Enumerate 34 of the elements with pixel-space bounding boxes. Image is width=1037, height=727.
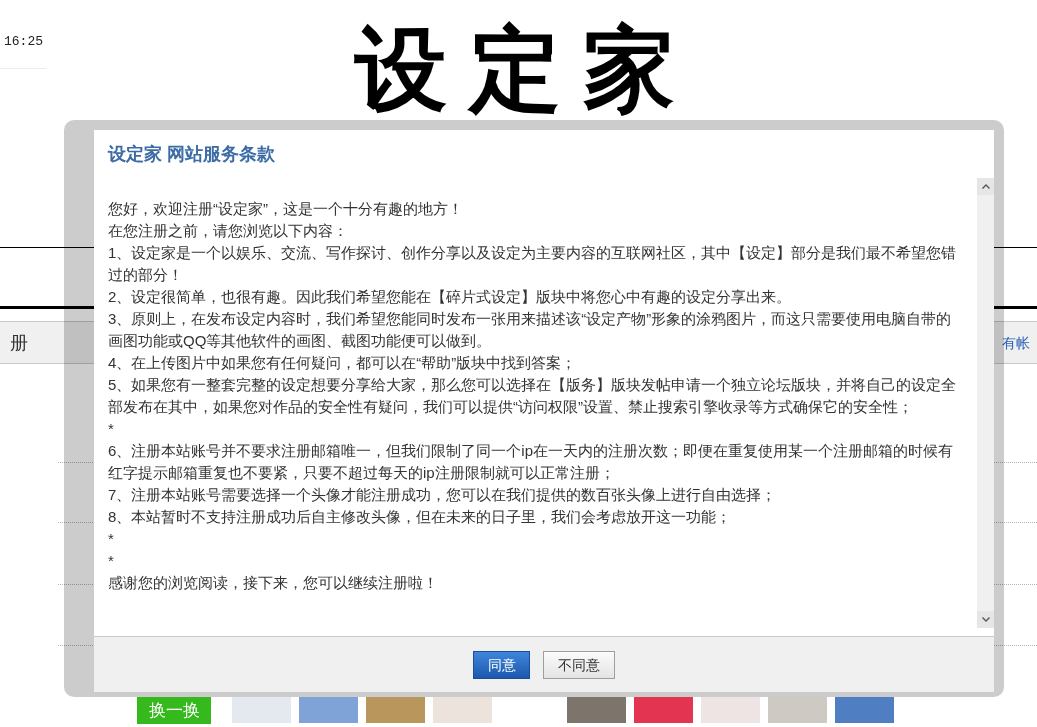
- terms-paragraph: 2、设定很简单，也很有趣。因此我们希望您能在【碎片式设定】版块中将您心中有趣的设定分享出来。: [108, 287, 793, 307]
- terms-paragraph: 1、设定家是一个以娱乐、交流、写作探讨、创作分享以及设定为主要内容的互联网社区，其中【设定】部分是我们最不希望您错过的部分！: [108, 243, 958, 285]
- dialog-title: 设定家 网站服务条款: [108, 143, 275, 165]
- avatar-photo-placeholder[interactable]: [433, 697, 492, 723]
- disagree-button[interactable]: 不同意: [543, 650, 615, 679]
- terms-paragraph: 7、注册本站账号需要选择一个头像才能注册成功，您可以在我们提供的数百张头像上进行自由选择；: [108, 485, 778, 505]
- terms-paragraph: 8、本站暂时不支持注册成功后自主修改头像，但在未来的日子里，我们会考虑放开这一功能；: [108, 507, 733, 527]
- time-label: 16:25: [4, 34, 44, 50]
- terms-paragraph: 您好，欢迎注册“设定家”，这是一个十分有趣的地方！: [108, 199, 464, 219]
- terms-paragraph: 3、原则上，在发布设定内容时，我们希望您能同时发布一张用来描述该“设定产物”形象的涂鸦图片，而这只需要使用电脑自带的画图功能或QQ等其他软件的画图、截图功能便可以做到。: [108, 309, 953, 351]
- terms-paragraph: *: [108, 419, 115, 439]
- scroll-up-button[interactable]: [977, 178, 994, 195]
- terms-paragraph: 感谢您的浏览阅读，接下来，您可以继续注册啦！: [108, 573, 439, 593]
- terms-paragraph: 6、注册本站账号并不要求注册邮箱唯一，但我们限制了同一个ip在一天内的注册次数；即便在重复使用某一个注册邮箱的时候有红字提示邮箱重复也不要紧，只要不超过每天的ip注册限制就可以正常注册；: [108, 441, 955, 483]
- avatar-photo-placeholder[interactable]: [835, 697, 894, 723]
- page-heading: 册: [10, 331, 28, 354]
- agree-button[interactable]: 同意: [473, 650, 530, 679]
- avatar-photo-placeholder[interactable]: [768, 697, 827, 723]
- terms-paragraph: 4、在上传图片中如果您有任何疑问，都可以在“帮助”版块中找到答案；: [108, 353, 578, 373]
- chevron-down-icon: [981, 617, 990, 622]
- login-link[interactable]: 有帐: [1002, 333, 1030, 352]
- chevron-up-icon: [981, 184, 990, 189]
- scroll-down-button[interactable]: [977, 611, 994, 628]
- avatar-photo-placeholder[interactable]: [701, 697, 760, 723]
- terms-paragraph: 5、如果您有一整套完整的设定想要分享给大家，那么您可以选择在【版务】版块发帖申请一个独立论坛版块，并将自己的设定全部发布在其中，如果您对作品的安全性有疑问，我们可以提供“访问权限”设置、禁止搜索引擎收录等方式确保它的安全性；: [108, 375, 958, 417]
- avatar-photo-placeholder[interactable]: [567, 697, 626, 723]
- avatar-photo-placeholder[interactable]: [634, 697, 693, 723]
- terms-paragraph: 在您注册之前，请您浏览以下内容：: [108, 221, 349, 241]
- avatar-photo-placeholder[interactable]: [299, 697, 358, 723]
- terms-paragraph: *: [108, 551, 115, 571]
- avatar-photo-placeholder[interactable]: [366, 697, 425, 723]
- scrollbar[interactable]: [977, 178, 994, 628]
- terms-paragraph: *: [108, 529, 115, 549]
- avatar-photo-placeholder[interactable]: [232, 697, 291, 723]
